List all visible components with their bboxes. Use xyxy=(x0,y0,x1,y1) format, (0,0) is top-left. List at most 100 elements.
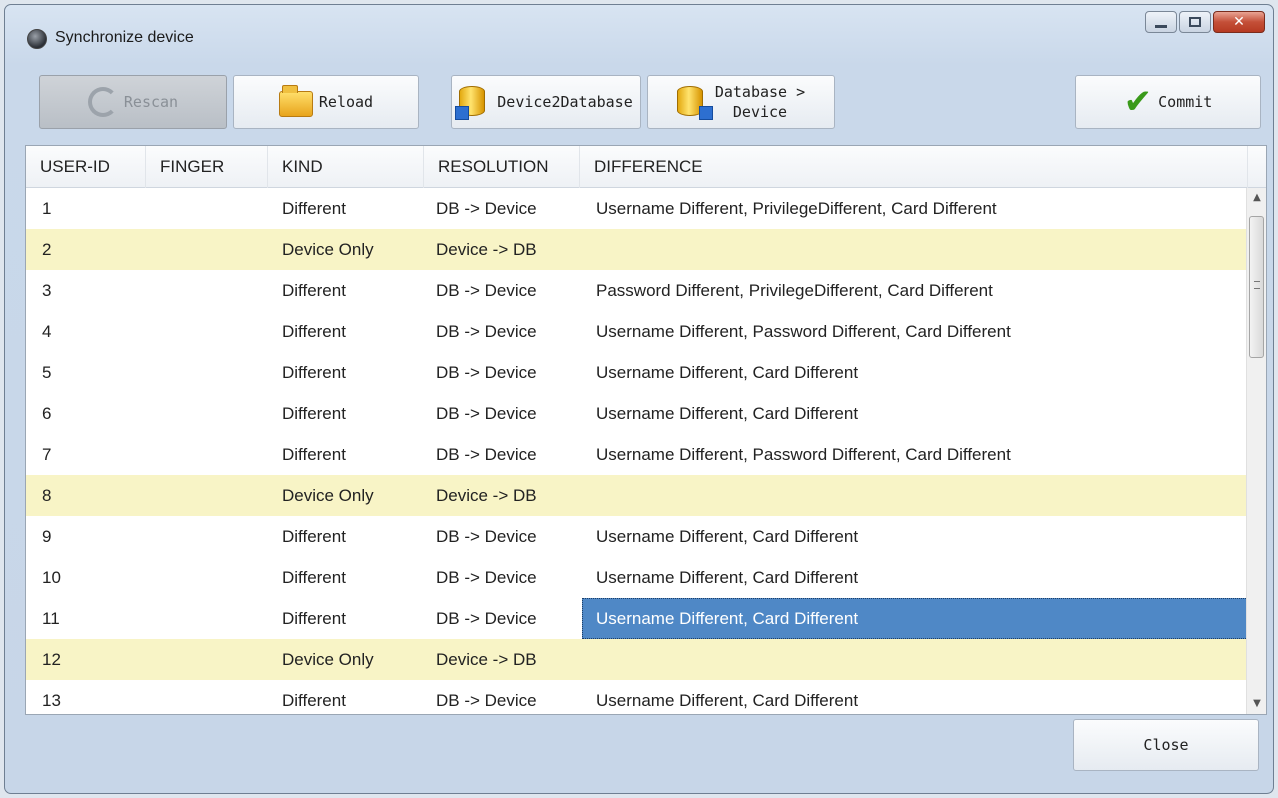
table-row[interactable]: 10 Different DB -> Device Username Differen… xyxy=(26,557,1248,598)
column-header-kind[interactable]: KIND xyxy=(268,146,424,188)
minimize-icon xyxy=(1155,24,1167,28)
database-icon xyxy=(676,86,713,120)
cell-user-id[interactable]: 11 xyxy=(42,598,60,639)
cell-user-id[interactable]: 8 xyxy=(42,475,51,516)
title-bar: Synchronize device ✕ xyxy=(5,5,1273,65)
table-row[interactable]: 3 Different DB -> Device Password Different… xyxy=(26,270,1248,311)
table-row[interactable]: 9 Different DB -> Device Username Different… xyxy=(26,516,1248,557)
cell-user-id[interactable]: 12 xyxy=(42,639,61,680)
cell-resolution[interactable]: DB -> Device xyxy=(436,270,537,311)
cell-difference[interactable]: Username Different, Card Different xyxy=(582,393,1248,434)
table-body: 1 Different DB -> Device Username Different… xyxy=(26,188,1248,714)
toolbar: Rescan Reload Device2Database Database >… xyxy=(5,65,1273,145)
vertical-scrollbar[interactable]: ▲ ▼ xyxy=(1246,188,1266,714)
cell-kind[interactable]: Different xyxy=(282,352,346,393)
reload-label: Reload xyxy=(318,93,374,111)
cell-difference[interactable] xyxy=(582,229,1248,270)
database-to-device-button[interactable]: Database > Device xyxy=(647,75,835,129)
cell-difference[interactable]: Username Different, PrivilegeDifferent, … xyxy=(582,188,1248,229)
commit-button[interactable]: ✔ Commit xyxy=(1075,75,1261,129)
refresh-icon xyxy=(87,87,118,117)
device2database-button[interactable]: Device2Database xyxy=(451,75,641,129)
cell-resolution[interactable]: DB -> Device xyxy=(436,393,537,434)
database-to-device-label: Database > Device xyxy=(715,82,805,122)
minimize-button[interactable] xyxy=(1145,11,1177,33)
cell-difference[interactable] xyxy=(582,639,1248,680)
table-row[interactable]: 2 Device Only Device -> DB xyxy=(26,229,1248,270)
cell-user-id[interactable]: 1 xyxy=(42,188,51,229)
cell-difference[interactable]: Username Different, Card Different xyxy=(582,516,1248,557)
synchronize-device-window: Synchronize device ✕ Rescan Reload Devic… xyxy=(4,4,1274,794)
cell-difference[interactable]: Username Different, Card Different xyxy=(582,680,1248,714)
column-header-user-id[interactable]: USER-ID xyxy=(26,146,146,188)
cell-user-id[interactable]: 4 xyxy=(42,311,51,352)
table-row[interactable]: 1 Different DB -> Device Username Different… xyxy=(26,188,1248,229)
cell-user-id[interactable]: 10 xyxy=(42,557,61,598)
cell-user-id[interactable]: 13 xyxy=(42,680,61,714)
cell-kind[interactable]: Different xyxy=(282,434,346,475)
cell-difference[interactable]: Username Different, Card Different xyxy=(582,557,1248,598)
cell-resolution[interactable]: DB -> Device xyxy=(436,188,537,229)
cell-resolution[interactable]: Device -> DB xyxy=(436,475,537,516)
cell-kind[interactable]: Different xyxy=(282,270,346,311)
table-row[interactable]: 4 Different DB -> Device Username Different… xyxy=(26,311,1248,352)
cell-difference[interactable]: Username Different, Card Different xyxy=(582,352,1248,393)
window-controls: ✕ xyxy=(1145,11,1265,33)
cell-resolution[interactable]: Device -> DB xyxy=(436,639,537,680)
app-icon xyxy=(27,29,47,49)
cell-resolution[interactable]: DB -> Device xyxy=(436,598,537,639)
cell-difference[interactable]: Username Different, Card Different xyxy=(582,598,1248,639)
cell-kind[interactable]: Different xyxy=(282,188,346,229)
scroll-down-icon[interactable]: ▼ xyxy=(1247,694,1266,714)
cell-user-id[interactable]: 7 xyxy=(42,434,51,475)
rescan-button[interactable]: Rescan xyxy=(39,75,227,129)
sync-table: USER-ID FINGER KIND RESOLUTION DIFFERENC… xyxy=(25,145,1267,715)
column-header-finger[interactable]: FINGER xyxy=(146,146,268,188)
table-row[interactable]: 13 Different DB -> Device Username Differen… xyxy=(26,680,1248,714)
close-button[interactable]: Close xyxy=(1073,719,1259,771)
cell-kind[interactable]: Different xyxy=(282,598,346,639)
cell-kind[interactable]: Different xyxy=(282,557,346,598)
cell-kind[interactable]: Different xyxy=(282,680,346,714)
table-row[interactable]: 12 Device Only Device -> DB xyxy=(26,639,1248,680)
cell-user-id[interactable]: 2 xyxy=(42,229,51,270)
cell-resolution[interactable]: DB -> Device xyxy=(436,516,537,557)
table-row[interactable]: 8 Device Only Device -> DB xyxy=(26,475,1248,516)
database-icon xyxy=(455,86,491,120)
close-window-button[interactable]: ✕ xyxy=(1213,11,1265,33)
maximize-button[interactable] xyxy=(1179,11,1211,33)
table-row[interactable]: 7 Different DB -> Device Username Different… xyxy=(26,434,1248,475)
cell-difference[interactable]: Password Different, PrivilegeDifferent, … xyxy=(582,270,1248,311)
close-icon: ✕ xyxy=(1233,14,1245,30)
scroll-up-icon[interactable]: ▲ xyxy=(1247,188,1266,208)
column-header-difference[interactable]: DIFFERENCE xyxy=(580,146,1248,188)
database-to-device-label-line1: Database > xyxy=(714,83,806,101)
maximize-icon xyxy=(1189,17,1201,27)
cell-resolution[interactable]: DB -> Device xyxy=(436,557,537,598)
cell-user-id[interactable]: 6 xyxy=(42,393,51,434)
cell-resolution[interactable]: DB -> Device xyxy=(436,352,537,393)
table-row[interactable]: 5 Different DB -> Device Username Different… xyxy=(26,352,1248,393)
table-row[interactable]: 6 Different DB -> Device Username Different… xyxy=(26,393,1248,434)
cell-difference[interactable]: Username Different, Password Different, … xyxy=(582,434,1248,475)
cell-kind[interactable]: Different xyxy=(282,393,346,434)
cell-kind[interactable]: Device Only xyxy=(282,639,374,680)
table-row[interactable]: 11 Different DB -> Device Username Differen… xyxy=(26,598,1248,639)
database-to-device-label-line2: Device xyxy=(732,103,788,121)
reload-button[interactable]: Reload xyxy=(233,75,419,129)
cell-user-id[interactable]: 9 xyxy=(42,516,51,557)
cell-kind[interactable]: Different xyxy=(282,516,346,557)
cell-difference[interactable] xyxy=(582,475,1248,516)
cell-resolution[interactable]: Device -> DB xyxy=(436,229,537,270)
cell-kind[interactable]: Device Only xyxy=(282,475,374,516)
column-header-resolution[interactable]: RESOLUTION xyxy=(424,146,580,188)
cell-kind[interactable]: Different xyxy=(282,311,346,352)
cell-user-id[interactable]: 3 xyxy=(42,270,51,311)
cell-kind[interactable]: Device Only xyxy=(282,229,374,270)
cell-resolution[interactable]: DB -> Device xyxy=(436,311,537,352)
cell-difference[interactable]: Username Different, Password Different, … xyxy=(582,311,1248,352)
cell-resolution[interactable]: DB -> Device xyxy=(436,434,537,475)
scrollbar-thumb[interactable] xyxy=(1249,216,1264,358)
cell-user-id[interactable]: 5 xyxy=(42,352,51,393)
cell-resolution[interactable]: DB -> Device xyxy=(436,680,537,714)
